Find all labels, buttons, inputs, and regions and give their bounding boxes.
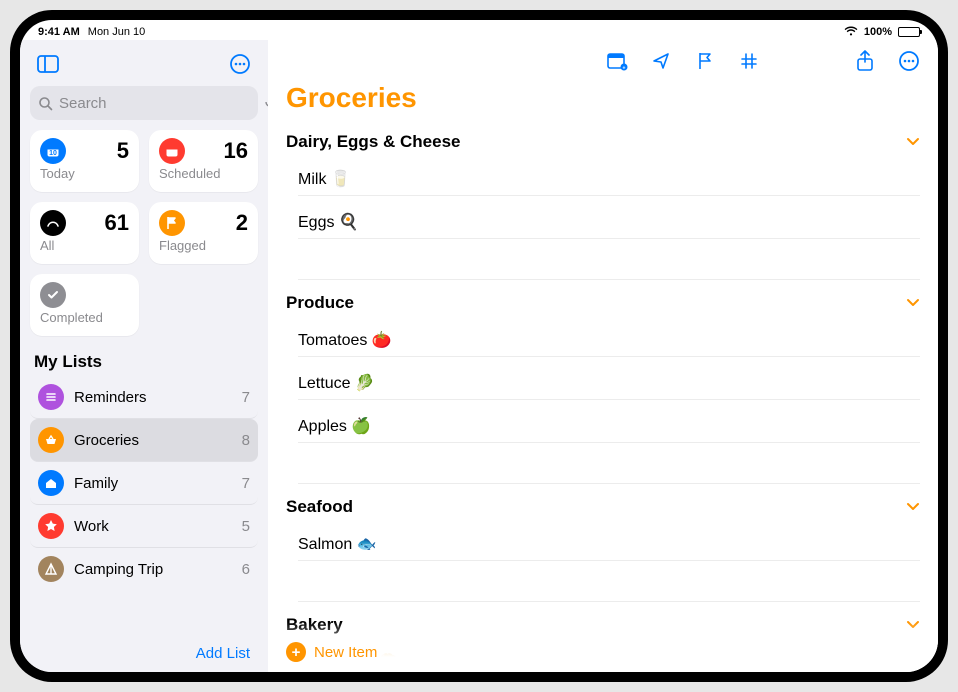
reminder-item[interactable] xyxy=(286,244,920,285)
list-icon xyxy=(38,556,64,582)
reminder-text: Eggs 🍳 xyxy=(298,214,359,231)
section-title: Produce xyxy=(286,293,354,313)
list-name: Work xyxy=(74,518,232,535)
chevron-down-icon xyxy=(906,132,920,152)
list-icon xyxy=(38,470,64,496)
list-name: Camping Trip xyxy=(74,561,232,578)
flagged-count: 2 xyxy=(236,210,248,236)
list-name: Family xyxy=(74,475,232,492)
smart-list-flagged[interactable]: 2 Flagged xyxy=(149,202,258,264)
reminder-item[interactable]: Apples 🍏 xyxy=(286,405,920,448)
reminder-text xyxy=(298,577,302,594)
completed-icon xyxy=(40,282,66,308)
reminder-text: Milk 🥛 xyxy=(298,171,351,188)
sidebar-list-groceries[interactable]: Groceries 8 xyxy=(30,419,258,462)
reminder-text xyxy=(298,255,302,272)
list-count: 7 xyxy=(242,389,250,406)
section-header[interactable]: Bakery xyxy=(286,607,920,641)
list-name: Reminders xyxy=(74,389,232,406)
new-item-button[interactable]: + New Item xyxy=(286,642,377,662)
battery-icon xyxy=(898,27,920,37)
all-label: All xyxy=(40,238,129,253)
section-title: Dairy, Eggs & Cheese xyxy=(286,132,460,152)
reminder-item[interactable] xyxy=(286,566,920,607)
list-icon xyxy=(38,427,64,453)
more-content-button[interactable] xyxy=(898,50,920,72)
battery-percent: 100% xyxy=(864,26,892,38)
today-label: Today xyxy=(40,166,129,181)
reminder-item[interactable]: Salmon 🐟 xyxy=(286,523,920,566)
plus-icon: + xyxy=(286,642,306,662)
location-button[interactable] xyxy=(650,50,672,72)
reminder-text: Apples 🍏 xyxy=(298,418,371,435)
content-pane: + Groceries Dairy, Eggs & Cheese Milk 🥛 Eg… xyxy=(268,40,938,672)
sidebar-list-work[interactable]: Work 5 xyxy=(30,505,258,548)
section-title: Bakery xyxy=(286,615,343,635)
sidebar: 10 5 Today 16 Scheduled xyxy=(20,40,268,672)
reminder-item[interactable]: Milk 🥛 xyxy=(286,158,920,201)
completed-label: Completed xyxy=(40,310,129,325)
new-item-label: New Item xyxy=(314,644,377,661)
status-bar: 9:41 AM Mon Jun 10 100% xyxy=(20,20,938,40)
ipad-frame: 9:41 AM Mon Jun 10 100% ••• xyxy=(10,10,948,682)
reminder-text: Lettuce 🥬 xyxy=(298,375,375,392)
list-title: Groceries xyxy=(268,74,938,124)
template-button[interactable]: + xyxy=(606,50,628,72)
scheduled-icon xyxy=(159,138,185,164)
reminder-item[interactable] xyxy=(286,448,920,489)
scheduled-count: 16 xyxy=(224,138,248,164)
sidebar-list-camping-trip[interactable]: Camping Trip 6 xyxy=(30,548,258,590)
more-sidebar-button[interactable] xyxy=(226,50,254,78)
reminder-item[interactable]: Eggs 🍳 xyxy=(286,201,920,244)
chevron-down-icon xyxy=(906,497,920,517)
svg-text:10: 10 xyxy=(49,150,57,157)
search-icon xyxy=(38,96,53,111)
today-count: 5 xyxy=(117,138,129,164)
reminder-item[interactable]: Lettuce 🥬 xyxy=(286,362,920,405)
all-icon xyxy=(40,210,66,236)
list-count: 8 xyxy=(242,432,250,449)
smart-list-completed[interactable]: Completed xyxy=(30,274,139,336)
section-header[interactable]: Seafood xyxy=(286,489,920,523)
section-title: Seafood xyxy=(286,497,353,517)
status-time: 9:41 AM xyxy=(38,26,80,38)
list-count: 6 xyxy=(242,561,250,578)
reminder-item[interactable]: Tomatoes 🍅 xyxy=(286,319,920,362)
share-button[interactable] xyxy=(854,50,876,72)
today-icon: 10 xyxy=(40,138,66,164)
tag-button[interactable] xyxy=(738,50,760,72)
list-count: 7 xyxy=(242,475,250,492)
search-field[interactable] xyxy=(30,86,258,120)
flagged-label: Flagged xyxy=(159,238,248,253)
all-count: 61 xyxy=(105,210,129,236)
svg-text:+: + xyxy=(623,65,626,71)
list-icon xyxy=(38,384,64,410)
scheduled-label: Scheduled xyxy=(159,166,248,181)
smart-list-today[interactable]: 10 5 Today xyxy=(30,130,139,192)
reminder-text: Salmon 🐟 xyxy=(298,536,377,553)
status-date: Mon Jun 10 xyxy=(88,26,145,38)
section-header[interactable]: Produce xyxy=(286,285,920,319)
list-name: Groceries xyxy=(74,432,232,449)
list-count: 5 xyxy=(242,518,250,535)
my-lists-header: My Lists xyxy=(20,346,268,376)
chevron-down-icon xyxy=(906,293,920,313)
chevron-down-icon xyxy=(906,615,920,635)
flagged-icon xyxy=(159,210,185,236)
sidebar-list-family[interactable]: Family 7 xyxy=(30,462,258,505)
search-input[interactable] xyxy=(53,95,264,112)
add-list-button[interactable]: Add List xyxy=(20,635,268,672)
reminder-item[interactable]: Croissants 🥐 xyxy=(286,641,920,672)
smart-list-scheduled[interactable]: 16 Scheduled xyxy=(149,130,258,192)
screen: 9:41 AM Mon Jun 10 100% ••• xyxy=(20,20,938,672)
flag-button[interactable] xyxy=(694,50,716,72)
reminder-text: Tomatoes 🍅 xyxy=(298,332,392,349)
sidebar-list-reminders[interactable]: Reminders 7 xyxy=(30,376,258,419)
list-icon xyxy=(38,513,64,539)
toggle-sidebar-button[interactable] xyxy=(34,50,62,78)
section-header[interactable]: Dairy, Eggs & Cheese xyxy=(286,124,920,158)
smart-list-all[interactable]: 61 All xyxy=(30,202,139,264)
wifi-icon xyxy=(844,26,858,39)
reminder-text xyxy=(298,459,302,476)
